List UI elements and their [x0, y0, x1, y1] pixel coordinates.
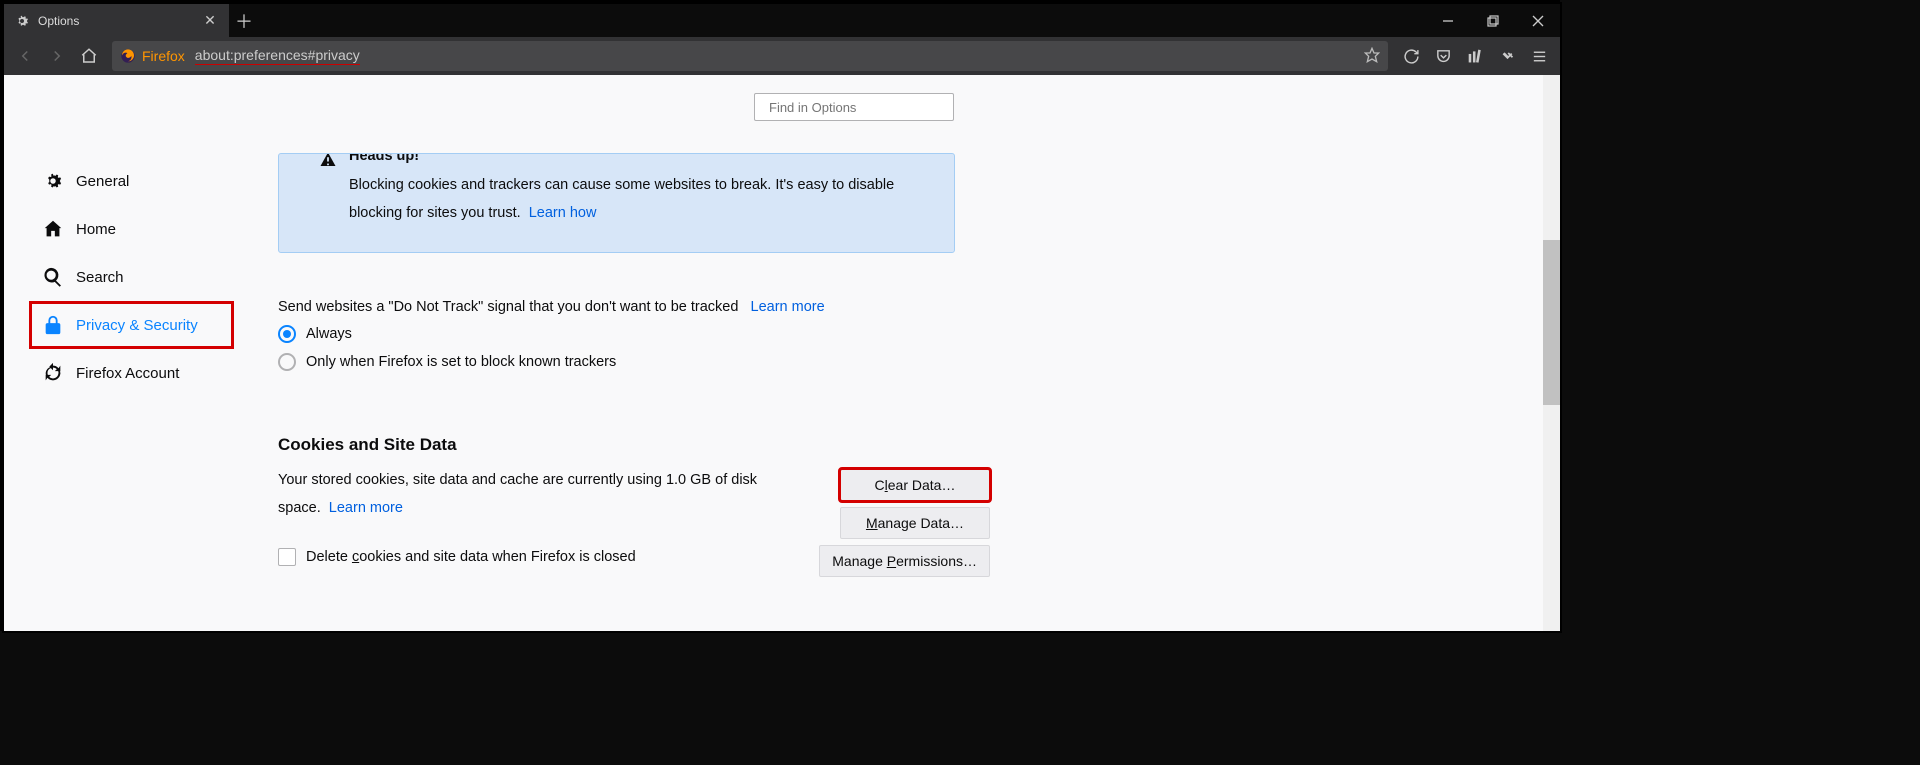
settings-icon — [14, 13, 30, 29]
gear-icon — [42, 170, 64, 192]
tab-strip: Options ✕ ＋ — [4, 4, 1560, 37]
manage-permissions-button[interactable]: Manage Permissions… — [819, 545, 990, 577]
forward-button[interactable] — [42, 41, 72, 71]
url-path: about:preferences#privacy — [195, 47, 360, 65]
nav-bar: Firefox about:preferences#privacy — [4, 37, 1560, 75]
scrollbar-thumb[interactable] — [1543, 240, 1560, 405]
lock-icon — [42, 314, 64, 336]
preferences-main: Heads up! Blocking cookies and trackers … — [242, 75, 1560, 631]
cookies-learn-more-link[interactable]: Learn more — [329, 500, 403, 516]
infobox-heading: Heads up! — [349, 153, 914, 164]
sidebar-item-label: Privacy & Security — [76, 317, 198, 334]
url-brand: Firefox — [142, 48, 185, 64]
manage-data-button[interactable]: Manage Data… — [840, 507, 990, 539]
pocket-icon[interactable] — [1428, 41, 1458, 71]
new-tab-button[interactable]: ＋ — [229, 4, 259, 37]
sidebar-item-home[interactable]: Home — [4, 205, 242, 253]
dnt-learn-more-link[interactable]: Learn more — [751, 299, 825, 315]
search-icon — [42, 266, 64, 288]
home-button[interactable] — [74, 41, 104, 71]
tab-title: Options — [38, 14, 201, 28]
radio-only-block-label: Only when Firefox is set to block known … — [306, 354, 616, 370]
close-window-button[interactable] — [1515, 4, 1560, 37]
delete-on-close-label: Delete cookies and site data when Firefo… — [306, 549, 636, 565]
home-icon — [42, 218, 64, 240]
sidebar-item-privacy[interactable]: Privacy & Security — [29, 301, 234, 349]
back-button[interactable] — [10, 41, 40, 71]
cookies-title: Cookies and Site Data — [278, 435, 998, 455]
content-area: General Home Search Privacy & Security F… — [4, 75, 1560, 631]
learn-how-link[interactable]: Learn how — [529, 205, 597, 221]
preferences-sidebar: General Home Search Privacy & Security F… — [4, 75, 242, 631]
sidebar-item-label: Home — [76, 221, 116, 238]
firefox-icon — [120, 48, 136, 64]
menu-button[interactable] — [1524, 41, 1554, 71]
radio-always[interactable] — [278, 325, 296, 343]
minimize-button[interactable] — [1425, 4, 1470, 37]
sidebar-item-label: Search — [76, 269, 124, 286]
infobox-body: Blocking cookies and trackers can cause … — [349, 177, 894, 221]
sidebar-item-label: General — [76, 173, 129, 190]
radio-always-label: Always — [306, 326, 352, 342]
cookies-section: Cookies and Site Data Your stored cookie… — [278, 435, 998, 566]
vertical-scrollbar[interactable] — [1543, 75, 1560, 631]
sidebar-item-account[interactable]: Firefox Account — [4, 349, 242, 397]
bookmark-icon[interactable] — [1364, 47, 1380, 66]
maximize-button[interactable] — [1470, 4, 1515, 37]
url-bar[interactable]: Firefox about:preferences#privacy — [112, 41, 1388, 71]
reload-button[interactable] — [1396, 41, 1426, 71]
radio-only-block[interactable] — [278, 353, 296, 371]
sidebar-item-general[interactable]: General — [4, 157, 242, 205]
info-icon — [319, 153, 337, 173]
do-not-track-section: Send websites a "Do Not Track" signal th… — [278, 299, 825, 371]
library-icon[interactable] — [1460, 41, 1490, 71]
delete-on-close-checkbox[interactable] — [278, 548, 296, 566]
browser-tab[interactable]: Options ✕ — [4, 4, 229, 37]
sidebar-item-search[interactable]: Search — [4, 253, 242, 301]
close-tab-icon[interactable]: ✕ — [201, 12, 219, 30]
sidebar-item-label: Firefox Account — [76, 365, 179, 382]
heads-up-infobox: Heads up! Blocking cookies and trackers … — [278, 153, 955, 253]
sync-icon — [42, 362, 64, 384]
overflow-icon[interactable] — [1492, 41, 1522, 71]
clear-data-button[interactable]: Clear Data… — [840, 469, 990, 501]
dnt-text: Send websites a "Do Not Track" signal th… — [278, 299, 738, 315]
